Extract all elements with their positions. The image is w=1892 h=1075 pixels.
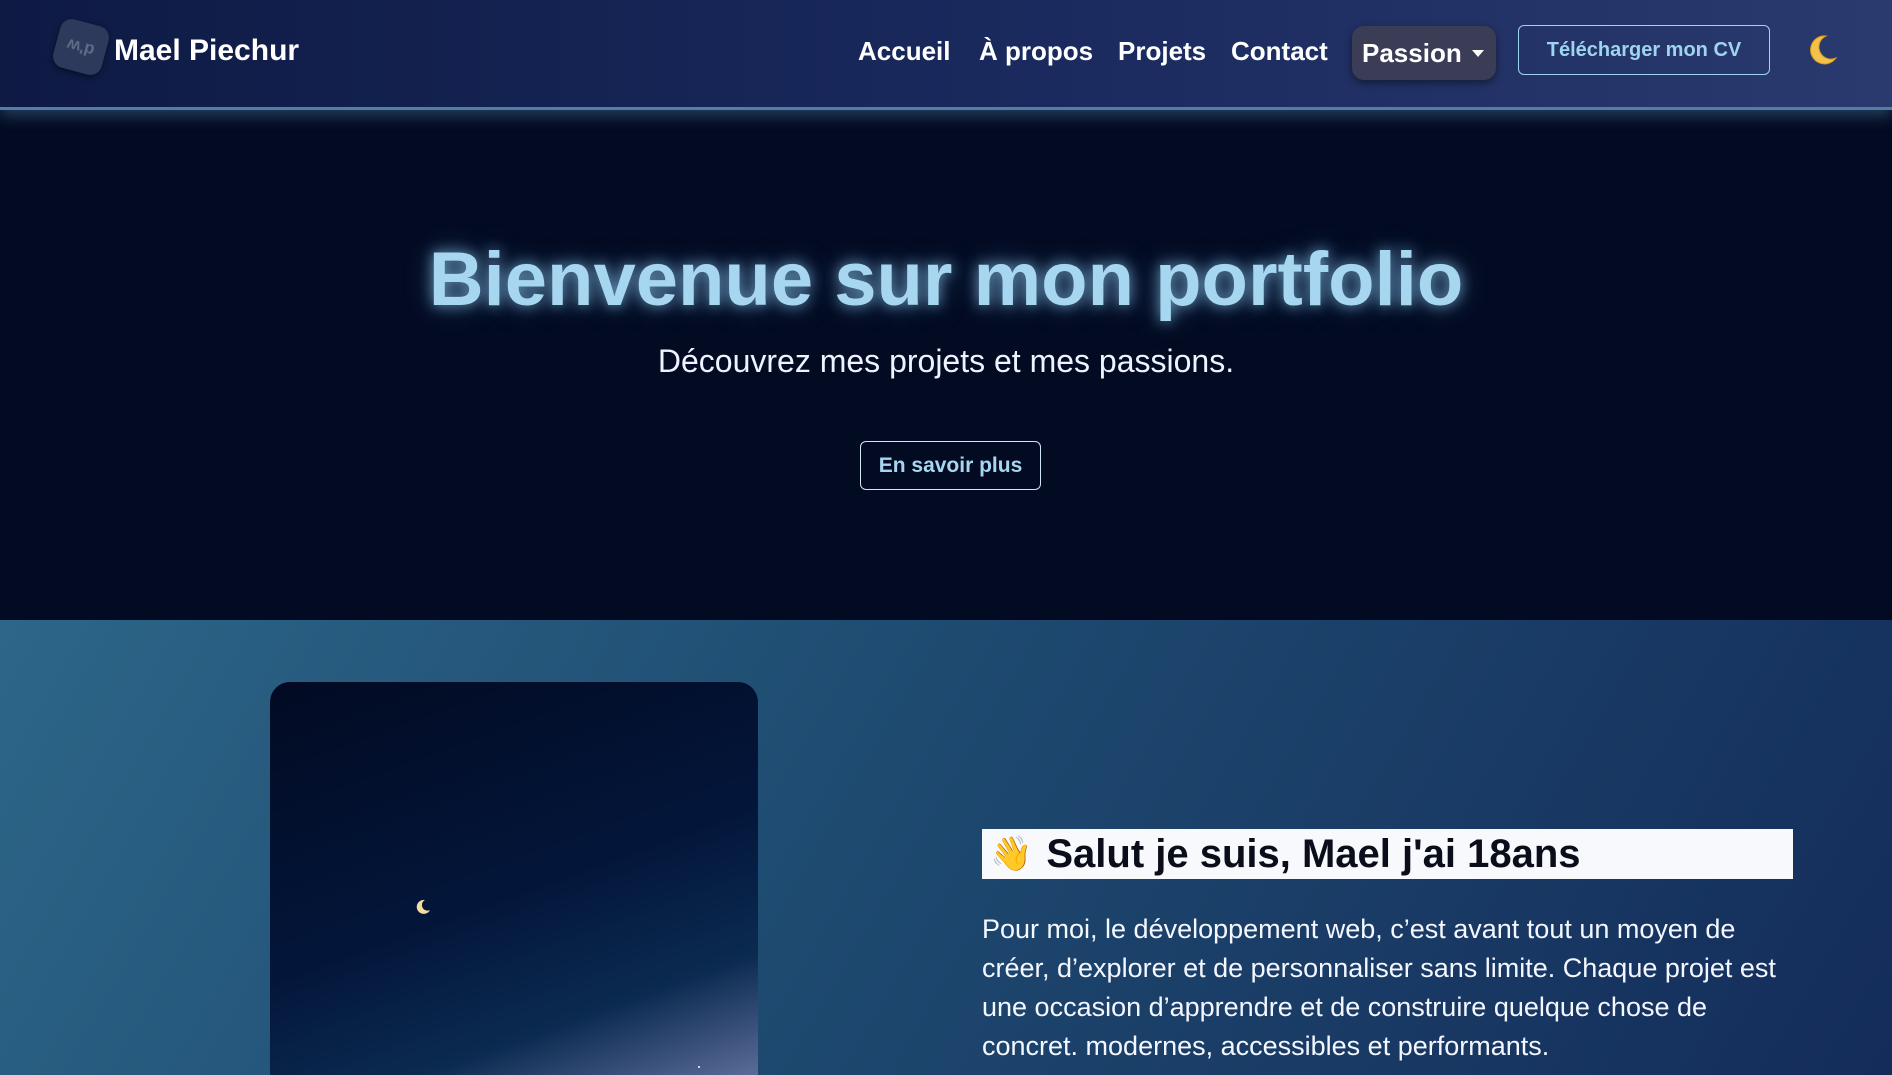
profile-photo (270, 682, 758, 1075)
about-text: Pour moi, le développement web, c’est av… (982, 914, 1776, 1061)
hero-subtitle: Découvrez mes projets et mes passions. (657, 343, 1235, 379)
hero-section: Bienvenue sur mon portfolio Découvrez me… (0, 113, 1892, 620)
about-heading-text: Salut je suis, Mael j'ai 18ans (1046, 831, 1581, 876)
brand-name[interactable]: Mael Piechur (114, 34, 299, 68)
about-section: 👋 Salut je suis, Mael j'ai 18ans Pour mo… (0, 620, 1892, 1075)
nav-link-projets[interactable]: Projets (1118, 36, 1206, 67)
learn-more-button[interactable]: En savoir plus (860, 441, 1041, 490)
download-cv-button[interactable]: Télécharger mon CV (1518, 25, 1770, 75)
passion-dropdown-label: Passion (1362, 37, 1462, 68)
waving-hand-icon: 👋 (990, 834, 1033, 874)
about-heading: 👋 Salut je suis, Mael j'ai 18ans (982, 829, 1793, 879)
nav-link-contact[interactable]: Contact (1231, 36, 1328, 67)
brand-logo-text: d'w (65, 34, 97, 61)
moon-icon (1810, 35, 1838, 65)
nav-link-a-propos[interactable]: À propos (979, 36, 1093, 67)
navbar: d'w Mael Piechur Accueil À propos Projet… (0, 0, 1892, 110)
brand-logo[interactable]: d'w (50, 16, 112, 78)
hero-title: Bienvenue sur mon portfolio (428, 237, 1464, 322)
crescent-moon-icon (416, 899, 430, 914)
theme-toggle-button[interactable] (1804, 32, 1840, 68)
caret-down-icon (1471, 49, 1484, 57)
passion-dropdown[interactable]: Passion (1352, 26, 1496, 80)
star-icon (698, 1066, 700, 1068)
nav-link-accueil[interactable]: Accueil (858, 36, 951, 67)
